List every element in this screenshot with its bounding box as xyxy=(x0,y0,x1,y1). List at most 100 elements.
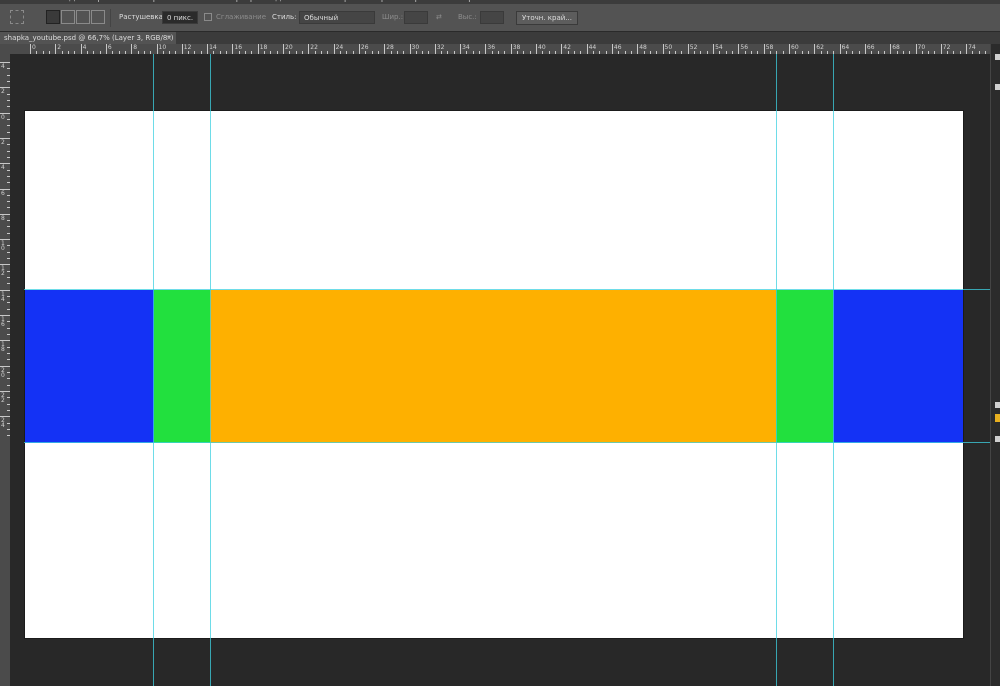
ruler-label: 48 xyxy=(639,44,647,51)
ruler-label: 22 xyxy=(310,44,318,51)
ruler-label: 4 xyxy=(1,164,5,172)
ruler-minor-tick xyxy=(947,51,949,54)
ruler-label: 40 xyxy=(538,44,546,51)
document-tab[interactable]: shapka_youtube.psd @ 66,7% (Layer 3, RGB… xyxy=(0,32,176,44)
style-select[interactable]: Обычный xyxy=(299,11,375,24)
ruler-minor-tick xyxy=(681,51,683,54)
ruler-minor-tick xyxy=(858,51,860,54)
ruler-label: 66 xyxy=(866,44,875,51)
menu-item[interactable]: Слои xyxy=(196,0,219,3)
vertical-guide[interactable] xyxy=(833,54,834,686)
menu-item[interactable]: Изображение xyxy=(130,0,195,3)
ruler-minor-tick xyxy=(162,51,164,54)
ruler-minor-tick xyxy=(264,51,266,54)
ruler-minor-tick xyxy=(845,51,847,54)
menu-item[interactable]: Фильтр xyxy=(314,0,350,3)
ruler-label: 18 xyxy=(1,341,5,354)
ruler-minor-tick xyxy=(567,51,569,54)
ruler-minor-tick xyxy=(213,51,215,54)
ruler-label: 10 xyxy=(158,44,167,51)
menu-item[interactable]: Выделение xyxy=(262,0,316,3)
ruler-label: 6 xyxy=(107,44,112,51)
ruler-origin[interactable] xyxy=(0,44,24,54)
ruler-minor-tick xyxy=(517,51,519,54)
add-to-selection-icon[interactable] xyxy=(61,10,75,24)
ruler-label: 12 xyxy=(183,44,192,51)
ruler-label: 14 xyxy=(209,44,217,51)
ruler-label: 20 xyxy=(1,366,5,379)
ruler-minor-tick xyxy=(346,51,348,54)
style-label: Стиль: xyxy=(272,13,297,21)
horizontal-guide[interactable] xyxy=(24,289,990,290)
ruler-minor-tick xyxy=(820,51,822,54)
ruler-minor-tick xyxy=(270,51,272,54)
vertical-ruler[interactable]: 4 2 0 2 4 6 8 10 12 14 16 18 20 22 24 xyxy=(0,54,10,686)
panel-icon[interactable] xyxy=(995,54,1000,60)
ruler-minor-tick xyxy=(86,51,88,54)
ruler-minor-tick xyxy=(504,51,506,54)
subtract-selection-icon[interactable] xyxy=(76,10,90,24)
intersect-selection-icon[interactable] xyxy=(91,10,105,24)
ruler-minor-tick xyxy=(656,51,658,54)
marquee-tool-icon[interactable] xyxy=(10,10,24,24)
ruler-minor-tick xyxy=(491,51,493,54)
ruler-minor-tick xyxy=(883,51,885,54)
new-selection-icon[interactable] xyxy=(46,10,60,24)
ruler-minor-tick xyxy=(807,51,809,54)
menu-item[interactable]: Просмотр xyxy=(374,0,420,3)
feather-input[interactable]: 0 пикс. xyxy=(162,11,198,24)
ruler-label: 68 xyxy=(892,44,900,51)
ruler-minor-tick xyxy=(466,51,468,54)
close-icon[interactable]: × xyxy=(166,32,172,44)
panel-icon[interactable] xyxy=(995,84,1000,90)
right-panel-strip xyxy=(990,44,1000,686)
horizontal-ruler[interactable]: 0 2 4 6 8 10 12 14 16 18 20 22 24 26 28 30 32 34 36 38 40 42 4… xyxy=(24,44,990,54)
ruler-tick xyxy=(561,44,563,54)
ruler-label: 72 xyxy=(942,44,951,51)
width-input[interactable] xyxy=(404,11,428,24)
ruler-tick xyxy=(966,44,968,54)
ruler-label: 20 xyxy=(285,44,293,51)
ruler-label: 34 xyxy=(462,44,470,51)
ruler-minor-tick xyxy=(67,51,69,54)
width-label: Шир.: xyxy=(382,13,404,21)
ruler-minor-tick xyxy=(599,51,601,54)
menu-item[interactable]: Окно xyxy=(420,0,444,3)
ruler-minor-tick xyxy=(276,51,278,54)
ruler-tick xyxy=(510,44,512,54)
vertical-guide[interactable] xyxy=(153,54,154,686)
menu-item[interactable]: 3D xyxy=(352,0,365,3)
ruler-minor-tick xyxy=(877,51,879,54)
ruler-minor-tick xyxy=(978,51,980,54)
ruler-minor-tick xyxy=(289,51,291,54)
swap-icon[interactable]: ⇄ xyxy=(436,13,442,21)
menu-item[interactable]: Файл xyxy=(28,0,53,3)
ruler-tick xyxy=(713,44,715,54)
ruler-tick xyxy=(687,44,689,54)
antialias-checkbox[interactable] xyxy=(204,13,212,21)
ruler-minor-tick xyxy=(725,51,727,54)
menu-item[interactable]: Редактирование xyxy=(58,0,137,3)
ruler-minor-tick xyxy=(959,51,961,54)
color-swatch[interactable] xyxy=(995,414,1000,422)
ruler-label: 10 xyxy=(1,240,5,253)
menu-item[interactable]: Шрифт xyxy=(226,0,260,3)
ruler-minor-tick xyxy=(169,51,171,54)
panel-icon[interactable] xyxy=(995,402,1000,408)
vertical-guide[interactable] xyxy=(776,54,777,686)
ruler-label: 28 xyxy=(386,44,394,51)
menu-item[interactable]: Справка xyxy=(456,0,496,3)
ruler-label: 2 xyxy=(57,44,62,51)
ruler-minor-tick xyxy=(200,51,202,54)
vertical-guide[interactable] xyxy=(210,54,211,686)
panel-icon[interactable] xyxy=(995,436,1000,442)
ruler-minor-tick xyxy=(757,51,759,54)
ruler-minor-tick xyxy=(238,51,240,54)
refine-edge-button[interactable]: Уточн. край... xyxy=(516,11,578,25)
ruler-minor-tick xyxy=(441,51,443,54)
height-input[interactable] xyxy=(480,11,504,24)
ruler-label: 32 xyxy=(436,44,445,51)
ruler-label: 22 xyxy=(1,391,5,404)
ruler-minor-tick xyxy=(447,51,449,54)
horizontal-guide[interactable] xyxy=(24,442,990,443)
